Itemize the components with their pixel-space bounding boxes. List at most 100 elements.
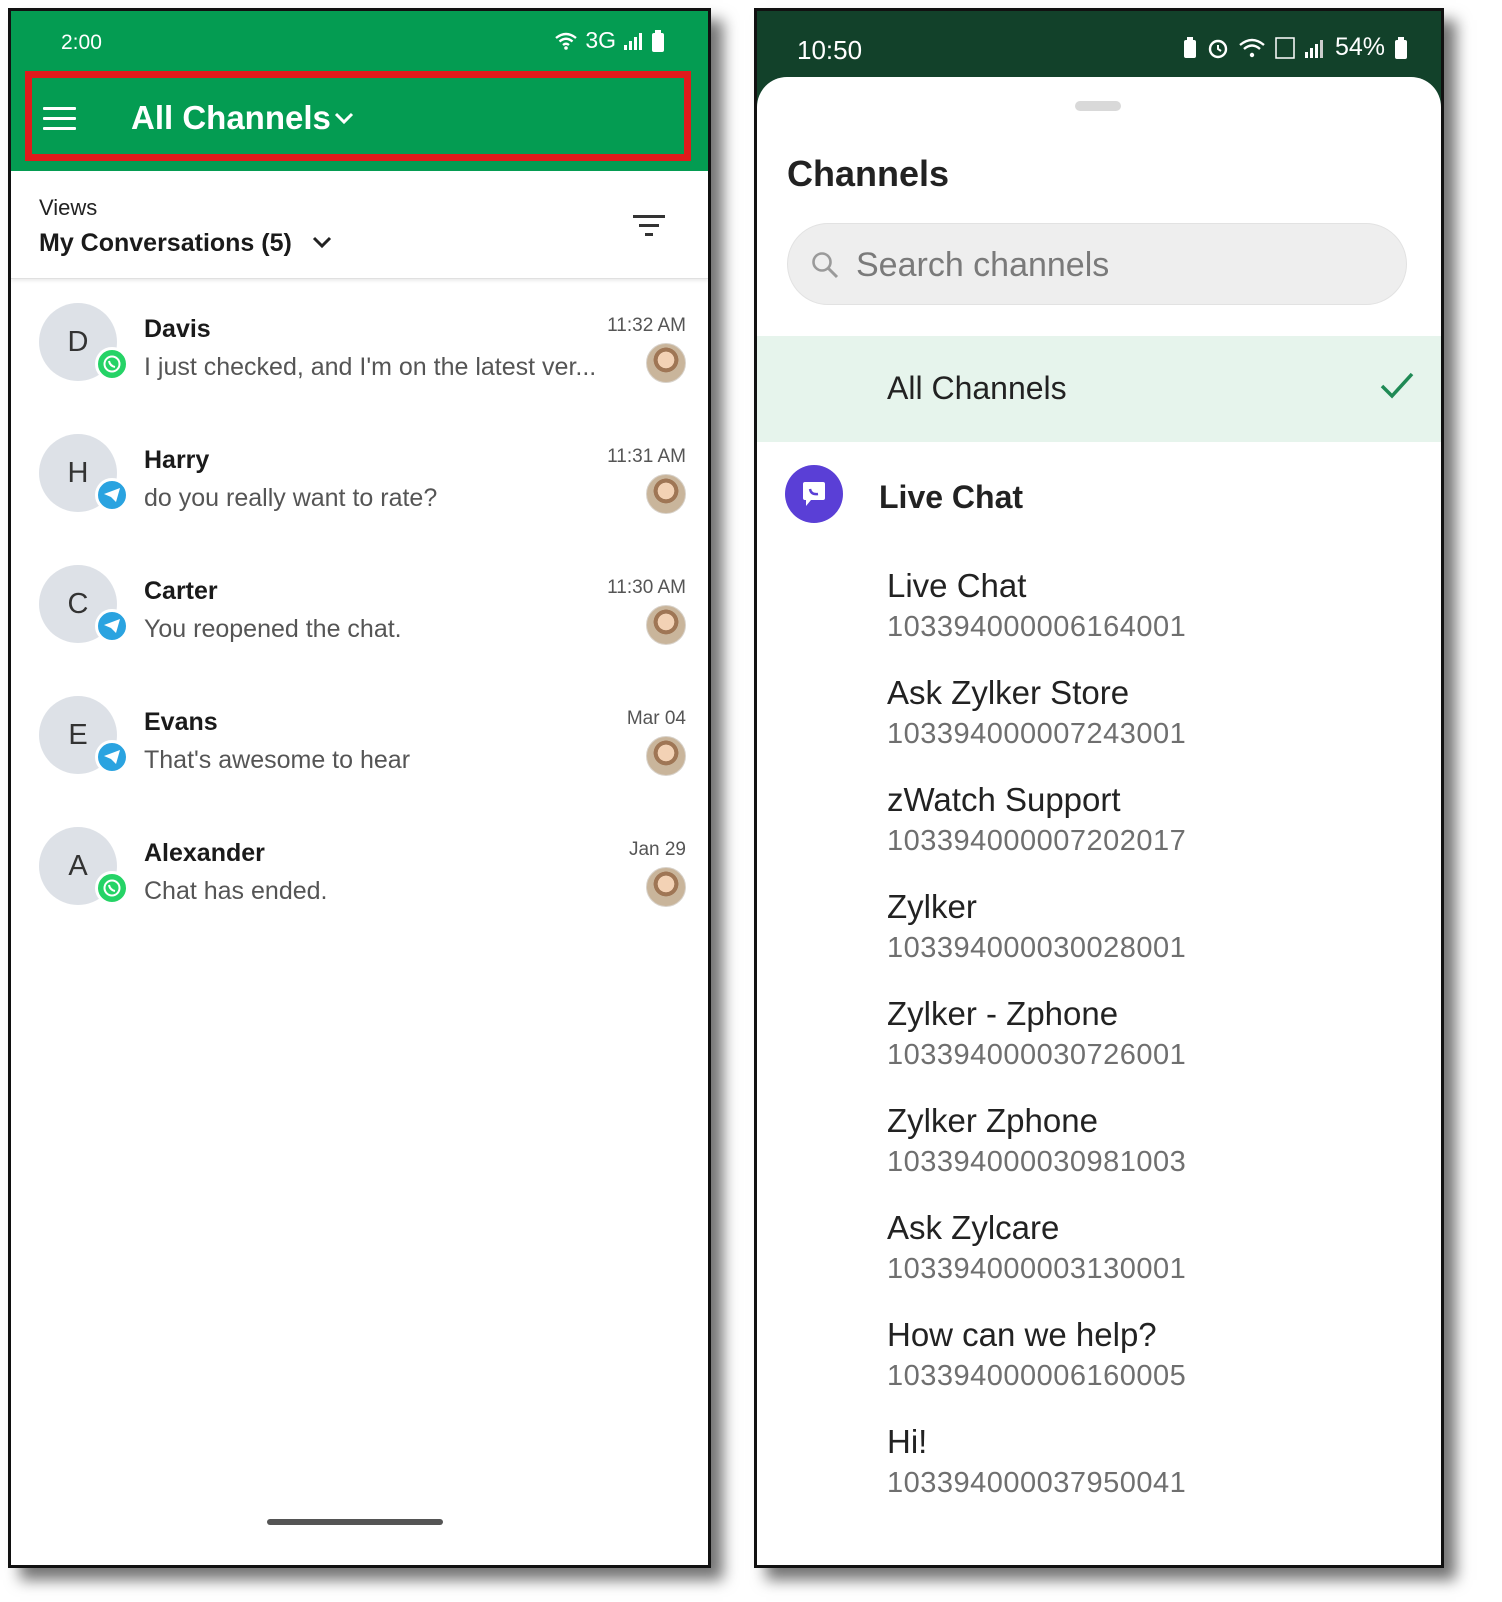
search-input[interactable] [856, 242, 1376, 288]
channel-name: Live Chat [887, 567, 1027, 604]
highlight-box [25, 71, 691, 161]
views-selector[interactable]: My Conversations (5) [39, 229, 292, 258]
status-bar: 10:50 54% [757, 11, 1441, 79]
channel-id: 103394000030028001 [887, 932, 1187, 964]
battery-icon [652, 29, 664, 52]
channel-name: Zylker - Zphone [887, 995, 1119, 1032]
contact-name: Evans [144, 708, 218, 736]
battery-saver-icon [1183, 36, 1196, 58]
channel-group-header: Live Chat [785, 463, 1405, 527]
filter-icon[interactable] [633, 213, 665, 237]
status-time: 2:00 [61, 31, 102, 54]
message-time: 11:30 AM [607, 577, 686, 598]
alarm-icon [1208, 39, 1228, 58]
agent-avatar [646, 736, 686, 776]
channel-item[interactable]: Hi! 103394000037950041 [887, 1423, 1407, 1523]
telegram-icon [95, 740, 129, 774]
channel-id: 103394000007243001 [887, 718, 1187, 750]
contact-name: Carter [144, 577, 218, 605]
message-time: Mar 04 [626, 708, 686, 729]
agent-avatar [646, 343, 686, 383]
status-bar: 2:00 3G [11, 11, 708, 63]
chevron-down-icon[interactable] [311, 235, 333, 251]
channel-id: 103394000007202017 [887, 825, 1187, 857]
channel-item[interactable]: zWatch Support 103394000007202017 [887, 781, 1407, 881]
message-time: 11:32 AM [607, 315, 686, 336]
channel-id: 103394000037950041 [887, 1467, 1187, 1499]
contact-name: Harry [144, 446, 210, 474]
channel-id: 103394000006160005 [887, 1360, 1187, 1392]
channel-id: 103394000003130001 [887, 1253, 1187, 1285]
chevron-down-icon[interactable] [333, 111, 355, 127]
views-bar: Views My Conversations (5) [11, 171, 708, 279]
wifi-icon [1239, 38, 1265, 57]
status-icons: 3G [555, 27, 664, 54]
conversation-item[interactable]: D Davis I just checked, and I'm on the l… [11, 281, 708, 412]
battery-icon [1395, 36, 1407, 59]
conversation-item[interactable]: C Carter You reopened the chat. 11:30 AM [11, 543, 708, 674]
agent-avatar [646, 867, 686, 907]
wifi-icon [555, 32, 578, 50]
whatsapp-icon [95, 871, 129, 905]
channel-item[interactable]: How can we help? 103394000006160005 [887, 1316, 1407, 1416]
whatsapp-icon [95, 347, 129, 381]
status-icons: 54% [1183, 33, 1407, 62]
agent-avatar [646, 605, 686, 645]
app-header: All Channels [11, 63, 708, 171]
last-message: I just checked, and I'm on the latest ve… [144, 353, 597, 381]
all-channels-label: All Channels [887, 370, 1067, 406]
conversation-item[interactable]: E Evans That's awesome to hear Mar 04 [11, 674, 708, 805]
network-type: 3G [585, 27, 616, 53]
signal-icon [1304, 39, 1323, 58]
channel-name: Zylker [887, 888, 977, 925]
last-message: That's awesome to hear [144, 746, 411, 774]
channel-item[interactable]: Ask Zylker Store 103394000007243001 [887, 674, 1407, 774]
all-channels-option[interactable]: All Channels [757, 336, 1441, 442]
menu-icon[interactable] [43, 107, 76, 131]
check-icon [1380, 372, 1414, 399]
live-chat-icon [785, 465, 843, 523]
screenshot-stage: 2:00 3G All Channels Views My Conversati… [0, 0, 1502, 1602]
agent-avatar [646, 474, 686, 514]
channel-name: Ask Zylker Store [887, 674, 1130, 711]
channel-name: Ask Zylcare [887, 1209, 1060, 1246]
channel-selector-title[interactable]: All Channels [131, 99, 331, 137]
group-name: Live Chat [879, 479, 1024, 515]
channel-id: 103394000030981003 [887, 1146, 1187, 1178]
conversation-item[interactable]: H Harry do you really want to rate? 11:3… [11, 412, 708, 543]
channel-id: 103394000030726001 [887, 1039, 1187, 1071]
channel-name: Zylker Zphone [887, 1102, 1098, 1139]
channel-name: How can we help? [887, 1316, 1157, 1353]
signal-icon [624, 32, 642, 50]
message-time: Jan 29 [628, 839, 686, 860]
channels-bottom-sheet: Channels All Channels Live Chat Live Cha… [757, 77, 1441, 1565]
home-indicator[interactable] [267, 1519, 443, 1525]
conversation-item[interactable]: A Alexander Chat has ended. Jan 29 [11, 805, 708, 936]
channel-name: zWatch Support [887, 781, 1121, 818]
channel-item[interactable]: Zylker - Zphone 103394000030726001 [887, 995, 1407, 1095]
channel-item[interactable]: Ask Zylcare 103394000003130001 [887, 1209, 1407, 1309]
status-time: 10:50 [797, 35, 863, 65]
telegram-icon [95, 478, 129, 512]
channel-item[interactable]: Live Chat 103394000006164001 [887, 567, 1407, 667]
sheet-title: Channels [787, 153, 950, 194]
last-message: do you really want to rate? [144, 484, 438, 512]
drag-handle[interactable] [1075, 101, 1121, 111]
search-icon [812, 252, 839, 279]
message-time: 11:31 AM [607, 446, 686, 467]
views-label: Views [39, 195, 98, 220]
telegram-icon [95, 609, 129, 643]
volte-icon [1275, 36, 1295, 59]
channel-id: 103394000006164001 [887, 611, 1187, 643]
channel-name: Hi! [887, 1423, 928, 1460]
conversations-screen: 2:00 3G All Channels Views My Conversati… [8, 8, 711, 1568]
last-message: You reopened the chat. [144, 615, 402, 643]
contact-name: Alexander [144, 839, 265, 867]
channel-item[interactable]: Zylker Zphone 103394000030981003 [887, 1102, 1407, 1202]
contact-name: Davis [144, 315, 211, 343]
channels-screen: 10:50 54% Channels All Channels [754, 8, 1444, 1568]
last-message: Chat has ended. [144, 877, 328, 905]
battery-level: 54% [1334, 33, 1385, 61]
channel-item[interactable]: Zylker 103394000030028001 [887, 888, 1407, 988]
search-bar [787, 223, 1407, 305]
